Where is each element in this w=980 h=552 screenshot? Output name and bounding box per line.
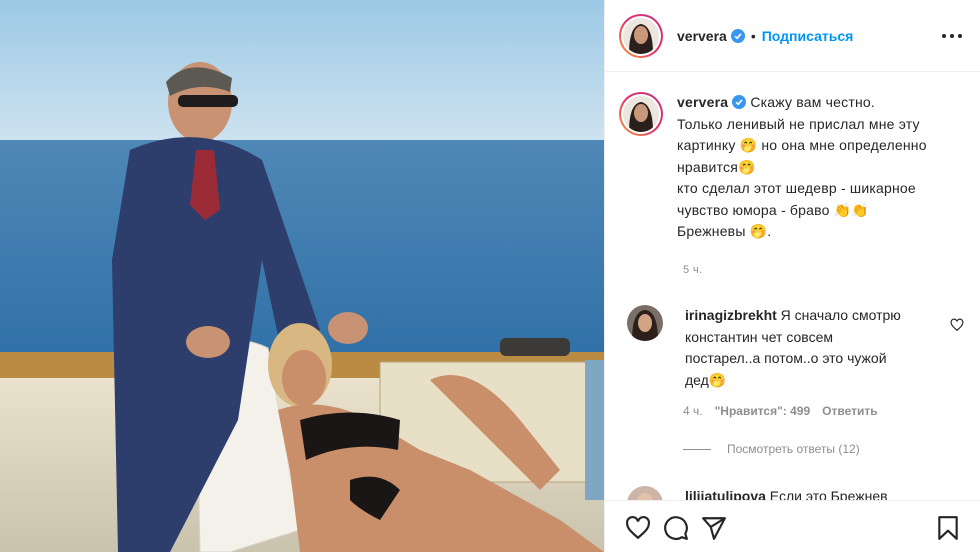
bookmark-icon[interactable] bbox=[935, 515, 961, 541]
comment: irinagizbrekht Я сначало смотрю констант… bbox=[619, 305, 969, 391]
comment-line: константин чет совсем bbox=[685, 328, 833, 345]
comment-line: дед🤭 bbox=[685, 371, 727, 388]
caption-line: нравится🤭 bbox=[677, 158, 756, 175]
caption-text: ververa Скажу вам честно. Только ленивый… bbox=[677, 92, 927, 243]
comment-line: Если это Брежнев bbox=[765, 488, 888, 500]
comment-icon[interactable] bbox=[663, 515, 689, 541]
post-header: ververa • Подписаться bbox=[605, 0, 980, 72]
commenter-avatar[interactable] bbox=[627, 305, 663, 341]
verified-badge-icon bbox=[732, 95, 747, 109]
post-caption: ververa Скажу вам честно. Только ленивый… bbox=[619, 92, 969, 243]
verified-badge-icon bbox=[730, 28, 745, 43]
author-username[interactable]: ververa bbox=[677, 28, 727, 44]
comment-text: irinagizbrekht Я сначало смотрю констант… bbox=[685, 305, 935, 391]
comment-line: Я сначало смотрю bbox=[776, 307, 901, 323]
paper-plane-icon[interactable] bbox=[701, 515, 727, 541]
instagram-post-modal: ververa • Подписаться ververa Скажу вам … bbox=[0, 0, 980, 552]
comment-timestamp[interactable]: 4 ч. bbox=[683, 404, 703, 418]
caption-line: Скажу вам честно. bbox=[750, 94, 875, 110]
replies-divider bbox=[683, 448, 711, 450]
author-avatar[interactable] bbox=[619, 13, 663, 58]
comment-likes[interactable]: "Нравится": 499 bbox=[715, 404, 811, 418]
avatar-photo bbox=[623, 96, 659, 132]
commenter-avatar[interactable] bbox=[627, 486, 663, 500]
comment-text: liliiatulipova Если это Брежнев bbox=[685, 486, 935, 500]
post-photo[interactable] bbox=[0, 0, 604, 552]
caption-timestamp[interactable]: 5 ч. bbox=[683, 264, 703, 276]
reply-button[interactable]: Ответить bbox=[822, 404, 877, 418]
caption-line: чувство юмора - браво 👏👏 bbox=[677, 201, 869, 218]
separator-dot: • bbox=[750, 27, 756, 44]
comment-heart-icon[interactable] bbox=[950, 318, 964, 332]
caption-avatar[interactable] bbox=[619, 92, 663, 136]
caption-username[interactable]: ververa bbox=[677, 94, 728, 110]
post-sidebar: ververa • Подписаться ververa Скажу вам … bbox=[604, 0, 980, 552]
caption-line: картинку 🤭 но она мне определенно bbox=[677, 137, 927, 153]
caption-line: Брежневы 🤭. bbox=[677, 223, 772, 239]
follow-button[interactable]: Подписаться bbox=[762, 28, 854, 44]
caption-line: кто сделал этот шедевр - шикарное bbox=[677, 180, 916, 196]
caption-line: Только ленивый не прислал мне эту bbox=[677, 115, 920, 132]
action-bar bbox=[605, 500, 980, 552]
avatar-photo bbox=[623, 17, 659, 54]
heart-icon[interactable] bbox=[625, 515, 651, 541]
comment: liliiatulipova Если это Брежнев bbox=[619, 486, 969, 500]
comment-line: постарел..а потом..о это чужой bbox=[685, 350, 887, 366]
comment-meta: 4 ч. "Нравится": 499 Ответить bbox=[683, 404, 878, 418]
avatar-photo bbox=[627, 305, 663, 341]
ellipsis-icon[interactable] bbox=[941, 26, 963, 46]
avatar-photo bbox=[627, 486, 663, 500]
view-replies-button[interactable]: Посмотреть ответы (12) bbox=[683, 442, 860, 456]
view-replies-label: Посмотреть ответы (12) bbox=[727, 442, 860, 456]
commenter-username[interactable]: liliiatulipova bbox=[685, 488, 766, 500]
commenter-username[interactable]: irinagizbrekht bbox=[685, 307, 777, 323]
post-image bbox=[0, 0, 604, 552]
